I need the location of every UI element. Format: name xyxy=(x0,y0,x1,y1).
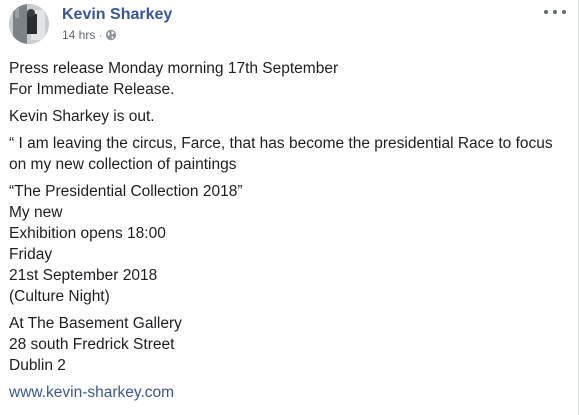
avatar-photo xyxy=(9,4,49,44)
more-options-icon[interactable] xyxy=(544,6,566,18)
more-dot xyxy=(562,10,566,14)
paragraph-announcement: Kevin Sharkey is out. xyxy=(9,106,564,127)
text-line: Exhibition opens 18:00 xyxy=(9,225,166,242)
paragraph-exhibition: “The Presidential Collection 2018” My ne… xyxy=(9,181,564,307)
author-avatar[interactable] xyxy=(9,4,49,44)
text-line: 21st September 2018 xyxy=(9,267,158,284)
paragraph-link: www.kevin-sharkey.com xyxy=(9,382,564,403)
post-meta: 14 hrs · xyxy=(62,28,117,42)
text-line: For Immediate Release. xyxy=(9,81,175,98)
post-card: Kevin Sharkey 14 hrs · Press release Mon… xyxy=(0,0,579,415)
website-link[interactable]: www.kevin-sharkey.com xyxy=(9,384,174,401)
text-line: “ I am leaving the circus, Farce, that h… xyxy=(9,135,553,173)
paragraph-quote: “ I am leaving the circus, Farce, that h… xyxy=(9,133,564,175)
meta-separator: · xyxy=(98,28,103,42)
more-dot xyxy=(544,10,548,14)
text-line: Dublin 2 xyxy=(9,357,66,374)
text-line: Kevin Sharkey is out. xyxy=(9,108,155,125)
text-line: Press release Monday morning 17th Septem… xyxy=(9,60,339,77)
post-timestamp[interactable]: 14 hrs xyxy=(62,28,95,42)
globe-icon[interactable] xyxy=(105,29,117,41)
text-line: 28 south Fredrick Street xyxy=(9,336,175,353)
text-line: My new xyxy=(9,204,63,221)
more-dot xyxy=(553,10,557,14)
text-line: (Culture Night) xyxy=(9,288,110,305)
paragraph-venue: At The Basement Gallery 28 south Fredric… xyxy=(9,313,564,376)
text-line: “The Presidential Collection 2018” xyxy=(9,183,243,200)
post-body: Press release Monday morning 17th Septem… xyxy=(9,58,564,409)
text-line: At The Basement Gallery xyxy=(9,315,182,332)
author-name-link[interactable]: Kevin Sharkey xyxy=(62,6,172,24)
paragraph-press-release: Press release Monday morning 17th Septem… xyxy=(9,58,564,100)
text-line: Friday xyxy=(9,246,53,263)
